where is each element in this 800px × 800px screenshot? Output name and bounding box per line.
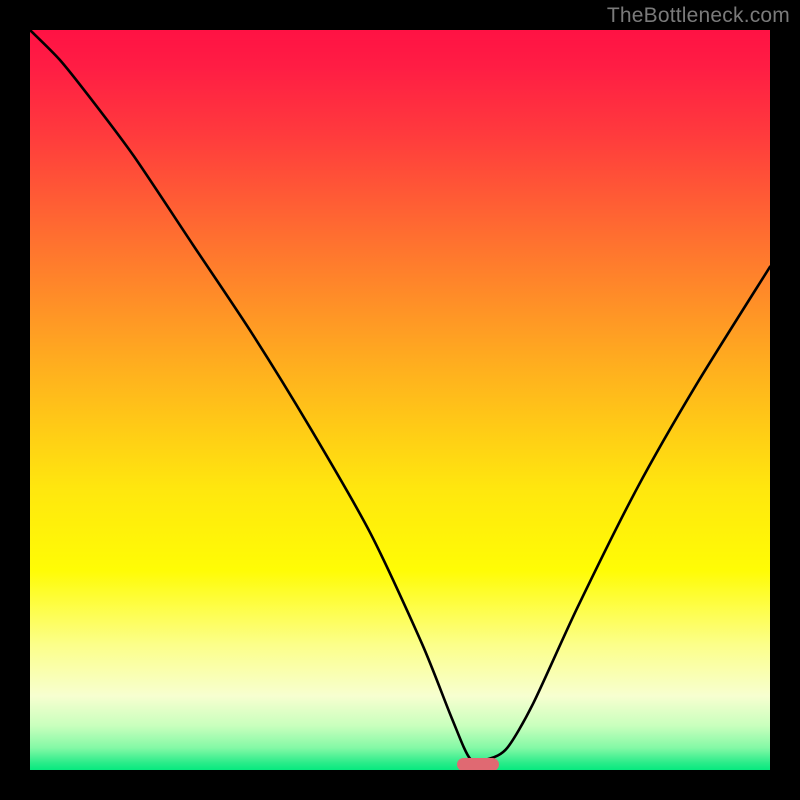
chart-frame: TheBottleneck.com bbox=[0, 0, 800, 800]
optimal-zone-marker bbox=[457, 758, 499, 770]
bottleneck-curve-path bbox=[30, 30, 770, 762]
plot-area bbox=[30, 30, 770, 770]
bottleneck-curve-svg bbox=[30, 30, 770, 770]
watermark-text: TheBottleneck.com bbox=[607, 4, 790, 28]
